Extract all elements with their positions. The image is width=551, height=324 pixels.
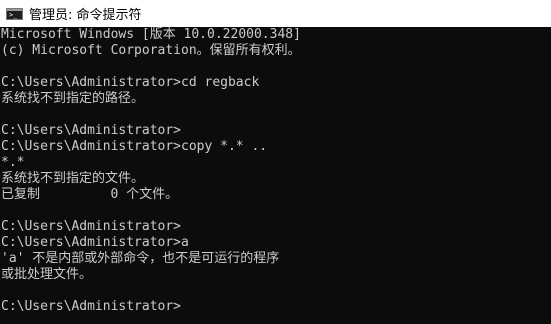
console-line: 系统找不到指定的路径。 — [1, 91, 145, 106]
window-title: 管理员: 命令提示符 — [29, 8, 142, 23]
icon-prompt-glyph: >_ — [9, 10, 18, 19]
console-line: (c) Microsoft Corporation。保留所有权利。 — [1, 43, 301, 58]
console-line: 已复制 0 个文件。 — [1, 187, 179, 202]
console-output[interactable]: Microsoft Windows [版本 10.0.22000.348] (c… — [0, 27, 551, 324]
console-line: C:\Users\Administrator> — [1, 123, 182, 138]
command-prompt-line[interactable]: C:\Users\Administrator> — [1, 299, 551, 315]
console-line: *.* — [1, 155, 25, 170]
title-bar[interactable]: >_ 管理员: 命令提示符 — [0, 0, 551, 27]
console-line: C:\Users\Administrator> — [1, 219, 182, 234]
cmd-window: >_ 管理员: 命令提示符 Microsoft Windows [版本 10.0… — [0, 0, 551, 324]
console-line: Microsoft Windows [版本 10.0.22000.348] — [1, 27, 301, 42]
console-line: 系统找不到指定的文件。 — [1, 171, 145, 186]
console-line: 或批处理文件。 — [1, 267, 93, 282]
console-line: C:\Users\Administrator>cd regback — [1, 75, 260, 90]
cmd-prompt-icon[interactable]: >_ — [6, 7, 23, 20]
console-line: 'a' 不是内部或外部命令，也不是可运行的程序 — [1, 251, 280, 266]
console-line: C:\Users\Administrator>copy *.* .. — [1, 139, 268, 154]
console-line: C:\Users\Administrator>a — [1, 235, 189, 250]
